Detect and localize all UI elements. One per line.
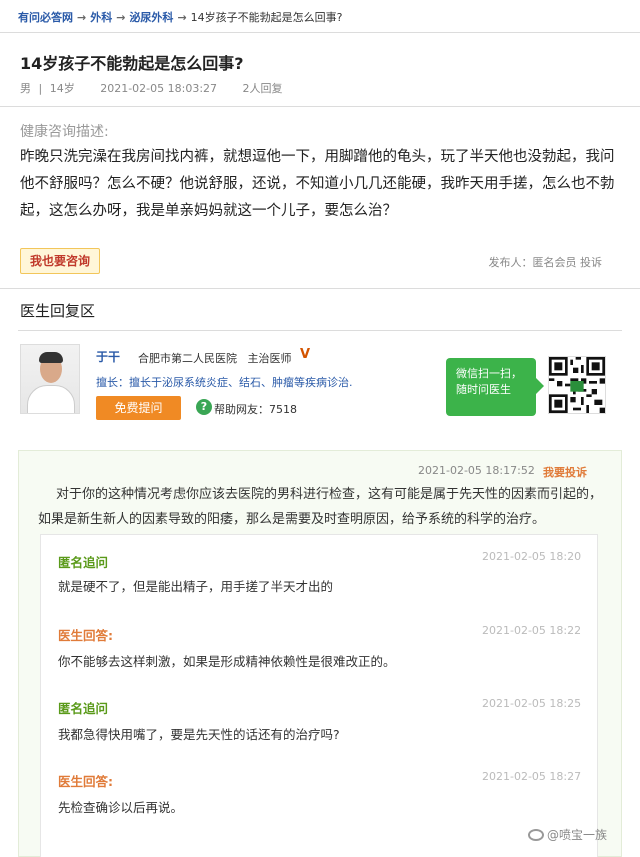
avatar-hair <box>39 352 63 363</box>
question-meta: 男 | 14岁 2021-02-05 18:03:27 2人回复 <box>20 80 287 96</box>
wechat-line-2: 随时问医生 <box>456 383 511 396</box>
description-label: 健康咨询描述: <box>20 124 109 140</box>
doctor-answer-label: 医生回答: <box>58 774 113 789</box>
qr-code-graphic <box>549 357 605 413</box>
ask-consult-button[interactable]: 我也要咨询 <box>20 248 100 274</box>
followup-question-label: 匿名追问 <box>58 555 109 570</box>
followup-question-text: 我都急得快用嘴了，要是先天性的话还有的治疗吗? <box>58 727 340 742</box>
doctor-answer-label: 医生回答: <box>58 628 113 643</box>
doctor-specialty: 擅长：擅长于泌尿系统炎症、结石、肿瘤等疾病诊治. <box>96 376 353 389</box>
divider <box>0 288 640 289</box>
publisher-info: 发布人：匿名会员 投诉 <box>488 256 603 269</box>
doctor-hospital: 合肥市第二人民医院 主治医师 <box>138 350 292 366</box>
age: 14岁 <box>49 82 75 95</box>
doctor-reply-text: 对于你的这种情况考虑你应该去医院的男科进行检查，这有可能是属于先天性的因素而引起… <box>38 487 603 527</box>
followup-time: 2021-02-05 18:22 <box>482 624 582 637</box>
breadcrumb-separator: → <box>77 11 87 24</box>
doctor-name[interactable]: 于干 <box>96 348 120 365</box>
page-title: 14岁孩子不能勃起是怎么回事? <box>20 54 244 73</box>
weibo-watermark: @喷宝一族 <box>528 826 607 843</box>
meta-divider: | <box>38 82 43 95</box>
breadcrumb-separator: → <box>116 11 126 24</box>
free-ask-button[interactable]: 免费提问 <box>96 396 181 420</box>
divider <box>0 32 640 33</box>
watermark-text: @喷宝一族 <box>547 828 608 842</box>
breadcrumb-separator: → <box>177 11 187 24</box>
complain-link[interactable]: 我要投诉 <box>543 464 587 480</box>
breadcrumb: 有问必答网 → 外科 → 泌尿外科 → 14岁孩子不能勃起是怎么回事? <box>18 9 343 25</box>
help-icon: ? <box>196 399 212 415</box>
hospital-name: 合肥市第二人民医院 <box>138 352 237 365</box>
breadcrumb-current: 14岁孩子不能勃起是怎么回事? <box>190 11 343 24</box>
breadcrumb-surgery-link[interactable]: 外科 <box>90 11 112 24</box>
wechat-line-1: 微信扫一扫， <box>456 367 522 380</box>
followup-time: 2021-02-05 18:20 <box>482 550 582 563</box>
doctor-position: 主治医师 <box>247 352 292 365</box>
reply-section-title: 医生回复区 <box>20 302 96 320</box>
gender: 男 <box>20 82 31 95</box>
followup-time: 2021-02-05 18:27 <box>482 770 582 783</box>
breadcrumb-home-link[interactable]: 有问必答网 <box>18 11 73 24</box>
qr-code-icon[interactable] <box>548 356 606 414</box>
wechat-banner: 微信扫一扫， 随时问医生 <box>446 358 544 416</box>
divider <box>18 330 622 331</box>
avatar-body <box>27 385 75 413</box>
reply-count: 2人回复 <box>242 82 283 95</box>
helped-count: 帮助网友：7518 <box>214 403 297 416</box>
followup-question-text: 就是硬不了，但是能出精子，用手搓了半天才出的 <box>58 579 334 594</box>
breadcrumb-urology-link[interactable]: 泌尿外科 <box>129 11 173 24</box>
followup-time: 2021-02-05 18:25 <box>482 697 582 710</box>
question-datetime: 2021-02-05 18:03:27 <box>100 82 218 95</box>
doctor-answer-text: 先检查确诊以后再说。 <box>58 800 184 815</box>
reply-time: 2021-02-05 18:17:52 <box>418 464 535 477</box>
doctor-answer-text: 你不能够去这样刺激，如果是形成精神依赖性是很难改正的。 <box>58 654 396 669</box>
followup-question-label: 匿名追问 <box>58 701 109 716</box>
doctor-avatar[interactable] <box>20 344 80 414</box>
divider <box>0 106 640 107</box>
weibo-icon <box>528 829 544 841</box>
question-description: 昨晚只洗完澡在我房间找内裤，就想逗他一下，用脚蹭他的龟头，玩了半天他也没勃起，我… <box>20 149 615 219</box>
verified-icon: V <box>300 347 311 362</box>
